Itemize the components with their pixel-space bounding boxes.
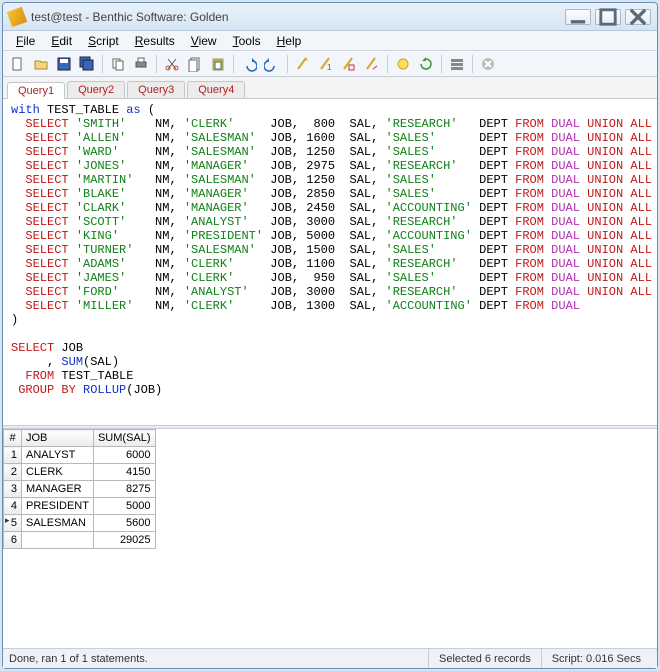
menu-file[interactable]: File (9, 32, 42, 50)
status-timing: Script: 0.016 Secs (541, 649, 651, 668)
menu-help[interactable]: Help (270, 32, 309, 50)
grid-cell-job[interactable]: PRESIDENT (22, 498, 94, 515)
window-title: test@test - Benthic Software: Golden (31, 10, 565, 24)
options-icon[interactable] (446, 54, 468, 74)
app-icon (7, 6, 28, 27)
grid-header-rownum[interactable]: # (4, 430, 22, 447)
redo-icon[interactable] (261, 54, 283, 74)
table-row[interactable]: 1ANALYST6000 (4, 447, 156, 464)
stop-icon[interactable] (477, 54, 499, 74)
status-selected: Selected 6 records (428, 649, 541, 668)
table-row[interactable]: 5SALESMAN5600 (4, 515, 156, 532)
toolbar: 1 (3, 51, 657, 77)
run-step-icon[interactable]: 1 (315, 54, 337, 74)
grid-rownum[interactable]: 6 (4, 532, 22, 549)
menu-script[interactable]: Script (81, 32, 126, 50)
open-icon[interactable] (30, 54, 52, 74)
grid-cell-job[interactable]: MANAGER (22, 481, 94, 498)
paste-icon[interactable] (207, 54, 229, 74)
results-panel: #JOBSUM(SAL)1ANALYST60002CLERK41503MANAG… (3, 429, 657, 648)
cut-icon[interactable] (161, 54, 183, 74)
grid-cell-job[interactable]: CLERK (22, 464, 94, 481)
query-tabs: Query1Query2Query3Query4 (3, 77, 657, 99)
table-row[interactable]: 6 29025 (4, 532, 156, 549)
table-row[interactable]: 4PRESIDENT5000 (4, 498, 156, 515)
tab-query3[interactable]: Query3 (127, 81, 185, 98)
status-bar: Done, ran 1 of 1 statements. Selected 6 … (3, 648, 657, 668)
menu-edit[interactable]: Edit (44, 32, 79, 50)
copy-icon[interactable] (107, 54, 129, 74)
grid-cell-sum[interactable]: 4150 (93, 464, 155, 481)
grid-rownum[interactable]: 2 (4, 464, 22, 481)
tab-query2[interactable]: Query2 (67, 81, 125, 98)
grid-rownum[interactable]: 5 (4, 515, 22, 532)
commit-icon[interactable] (392, 54, 414, 74)
minimize-button[interactable] (565, 9, 591, 25)
undo-icon[interactable] (238, 54, 260, 74)
status-left: Done, ran 1 of 1 statements. (9, 653, 148, 665)
tab-query1[interactable]: Query1 (7, 82, 65, 99)
menu-view[interactable]: View (184, 32, 224, 50)
results-grid[interactable]: #JOBSUM(SAL)1ANALYST60002CLERK41503MANAG… (3, 429, 156, 549)
save-icon[interactable] (53, 54, 75, 74)
grid-cell-sum[interactable]: 8275 (93, 481, 155, 498)
grid-cell-sum[interactable]: 29025 (93, 532, 155, 549)
rollback-icon[interactable] (415, 54, 437, 74)
grid-cell-job[interactable] (22, 532, 94, 549)
run-selection-icon[interactable] (338, 54, 360, 74)
grid-rownum[interactable]: 4 (4, 498, 22, 515)
grid-rownum[interactable]: 3 (4, 481, 22, 498)
grid-header-sum[interactable]: SUM(SAL) (93, 430, 155, 447)
menu-tools[interactable]: Tools (226, 32, 268, 50)
menu-bar: FileEditScriptResultsViewToolsHelp (3, 31, 657, 51)
clipboard-copy-icon[interactable] (184, 54, 206, 74)
svg-text:1: 1 (327, 63, 332, 72)
grid-cell-sum[interactable]: 5000 (93, 498, 155, 515)
close-button[interactable] (625, 9, 651, 25)
tab-query4[interactable]: Query4 (187, 81, 245, 98)
app-window: test@test - Benthic Software: Golden Fil… (2, 2, 658, 669)
sql-editor[interactable]: with TEST_TABLE as ( SELECT 'SMITH' NM, … (3, 99, 657, 425)
table-row[interactable]: 3MANAGER8275 (4, 481, 156, 498)
run-icon[interactable] (292, 54, 314, 74)
table-row[interactable]: 2CLERK4150 (4, 464, 156, 481)
title-bar: test@test - Benthic Software: Golden (3, 3, 657, 31)
grid-cell-sum[interactable]: 6000 (93, 447, 155, 464)
maximize-button[interactable] (595, 9, 621, 25)
grid-cell-job[interactable]: SALESMAN (22, 515, 94, 532)
grid-rownum[interactable]: 1 (4, 447, 22, 464)
grid-header-job[interactable]: JOB (22, 430, 94, 447)
print-icon[interactable] (130, 54, 152, 74)
run-to-cursor-icon[interactable] (361, 54, 383, 74)
grid-cell-job[interactable]: ANALYST (22, 447, 94, 464)
new-icon[interactable] (7, 54, 29, 74)
menu-results[interactable]: Results (128, 32, 182, 50)
save-all-icon[interactable] (76, 54, 98, 74)
grid-cell-sum[interactable]: 5600 (93, 515, 155, 532)
